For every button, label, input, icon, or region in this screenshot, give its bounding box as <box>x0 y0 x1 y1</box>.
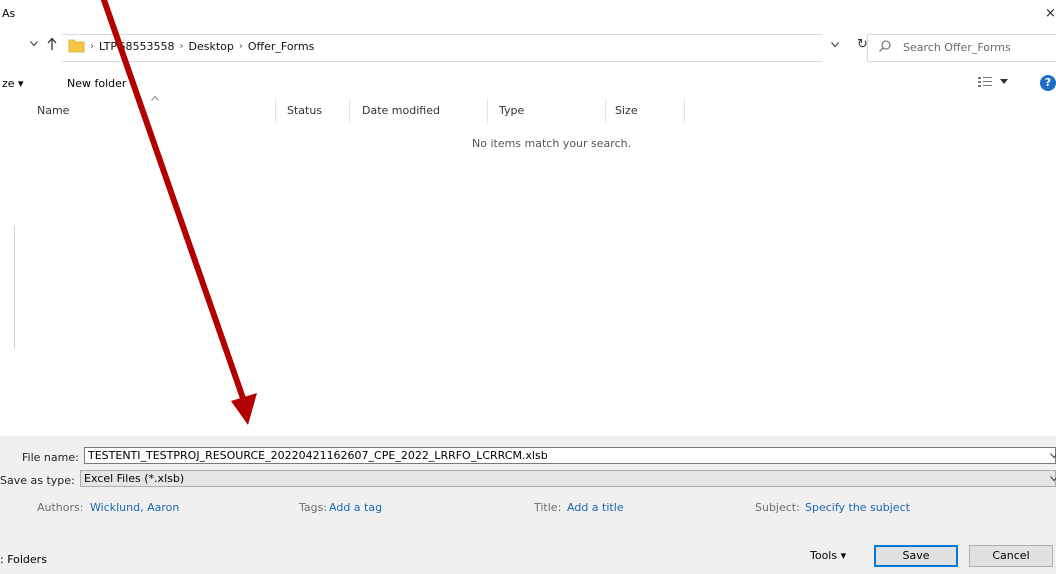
view-options-icon <box>978 77 992 87</box>
title-value[interactable]: Add a title <box>567 501 624 514</box>
tags-value[interactable]: Add a tag <box>329 501 382 514</box>
up-arrow-icon[interactable] <box>47 37 57 51</box>
file-name-field[interactable]: TESTENTI_TESTPROJ_RESOURCE_2022042116260… <box>84 447 1056 464</box>
column-divider[interactable] <box>487 99 488 123</box>
column-header-status[interactable]: Status <box>287 104 322 117</box>
search-icon <box>879 40 891 52</box>
save-as-type-select[interactable]: Excel Files (*.xlsb) <box>80 470 1056 487</box>
column-header-date-modified[interactable]: Date modified <box>362 104 440 117</box>
sort-ascending-icon <box>151 96 159 101</box>
close-icon[interactable]: × <box>1045 6 1056 21</box>
address-dropdown-icon[interactable] <box>831 42 839 48</box>
subject-label: Subject: <box>755 501 800 514</box>
save-as-type-label: Save as type: <box>0 474 75 487</box>
breadcrumb-separator: › <box>179 41 184 52</box>
breadcrumb-item-offer-forms[interactable]: Offer_Forms <box>248 40 314 53</box>
authors-value[interactable]: Wicklund, Aaron <box>90 501 179 514</box>
organize-menu[interactable]: ze ▾ <box>2 77 24 90</box>
view-options-menu[interactable] <box>978 76 1008 87</box>
empty-list-message: No items match your search. <box>472 137 632 150</box>
breadcrumb-separator: › <box>90 41 94 52</box>
title-label: Title: <box>534 501 562 514</box>
column-header-size[interactable]: Size <box>615 104 638 117</box>
tools-menu[interactable]: Tools ▾ <box>810 549 846 562</box>
authors-label: Authors: <box>37 501 84 514</box>
breadcrumb: › LTPG8553558 › Desktop › Offer_Forms <box>90 40 314 53</box>
column-divider[interactable] <box>275 99 276 123</box>
hide-folders-button[interactable]: : Folders <box>0 553 47 566</box>
chevron-down-icon[interactable] <box>1050 453 1056 459</box>
help-icon[interactable]: ? <box>1040 75 1056 91</box>
column-header-type[interactable]: Type <box>499 104 524 117</box>
chevron-down-icon[interactable] <box>1050 476 1056 482</box>
column-divider[interactable] <box>605 99 606 123</box>
file-name-label: File name: <box>22 451 79 464</box>
subject-value[interactable]: Specify the subject <box>805 501 910 514</box>
folder-icon <box>68 39 85 53</box>
cancel-button[interactable]: Cancel <box>969 545 1053 567</box>
column-divider[interactable] <box>349 99 350 123</box>
column-header-name[interactable]: Name <box>37 104 69 117</box>
breadcrumb-separator: › <box>238 41 243 52</box>
chevron-down-icon[interactable] <box>30 41 38 47</box>
chevron-down-icon <box>1000 78 1008 84</box>
breadcrumb-item-desktop[interactable]: Desktop <box>188 40 233 53</box>
search-placeholder: Search Offer_Forms <box>903 41 1011 54</box>
breadcrumb-item-computer[interactable]: LTPG8553558 <box>99 40 174 53</box>
navigation-pane-border <box>14 226 15 348</box>
column-divider[interactable] <box>684 99 685 123</box>
window-title: As <box>2 7 16 20</box>
save-button[interactable]: Save <box>874 545 958 567</box>
tags-label: Tags: <box>299 501 328 514</box>
new-folder-button[interactable]: New folder <box>67 77 126 90</box>
